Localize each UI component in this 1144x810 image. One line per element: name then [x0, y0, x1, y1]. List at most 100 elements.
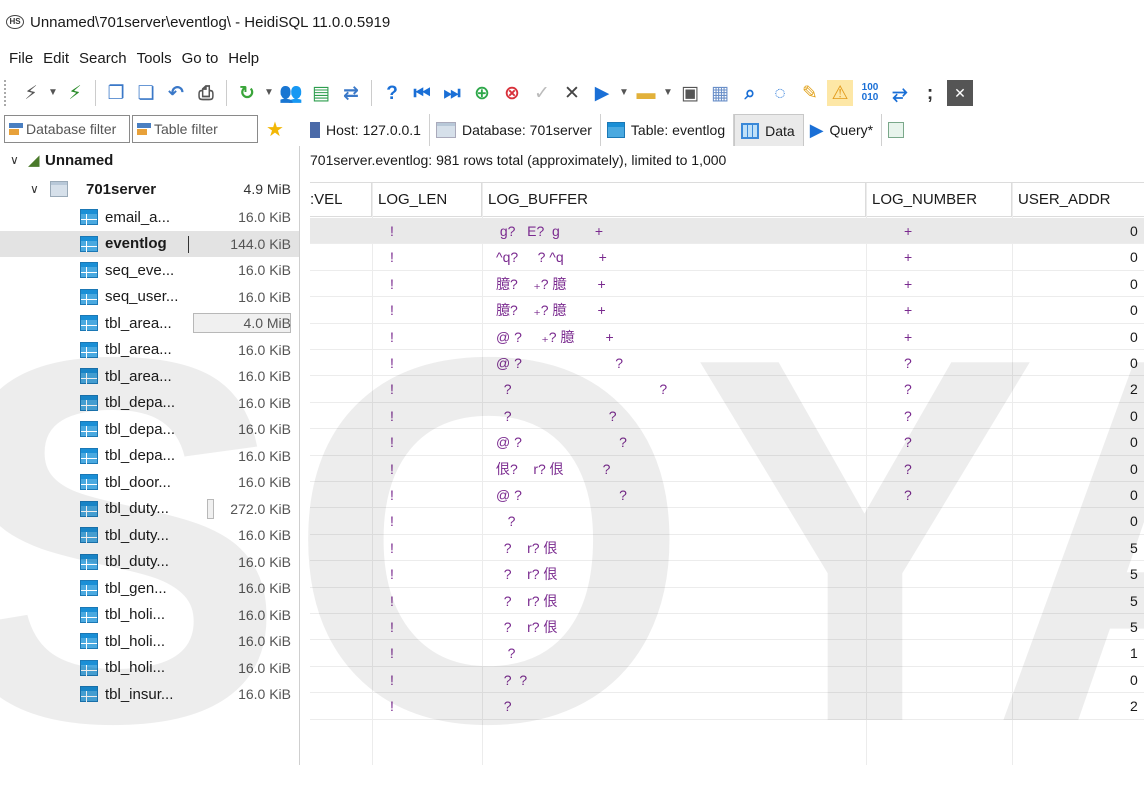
column-header-level[interactable]: :VEL — [310, 183, 372, 217]
cell-log-len[interactable]: ! — [390, 350, 450, 376]
cell-log-buffer[interactable]: 臆? ₊? 臆 + — [496, 271, 856, 297]
cell-log-buffer[interactable]: ? — [496, 693, 856, 719]
favorites-star-icon[interactable]: ★ — [266, 117, 284, 142]
cell-log-buffer[interactable]: 佷? r? 佷 ? — [496, 456, 856, 482]
tree-table-item[interactable]: seq_user... 16.0 KiB — [0, 284, 299, 311]
cell-log-buffer[interactable]: ^q? ? ^q + — [496, 244, 856, 270]
cell-log-len[interactable]: ! — [390, 640, 450, 666]
tree-table-item[interactable]: tbl_area... 16.0 KiB — [0, 337, 299, 364]
cell-log-number[interactable]: ? — [904, 429, 964, 455]
open-dropdown-icon[interactable]: ▼ — [663, 80, 673, 106]
table-row[interactable]: ! 臆? ₊? 臆 + +0 — [310, 297, 1144, 324]
tab-database[interactable]: Database: 701server — [430, 114, 601, 146]
cell-log-buffer[interactable]: 臆? ₊? 臆 + — [496, 297, 856, 323]
column-header-log-len[interactable]: LOG_LEN — [372, 183, 482, 217]
tree-table-item[interactable]: tbl_holi... 16.0 KiB — [0, 628, 299, 655]
table-row[interactable]: ! ? r? 佷 5 — [310, 561, 1144, 588]
cell-log-number[interactable] — [904, 561, 964, 587]
disconnect-icon[interactable]: ⚡ — [62, 80, 88, 106]
tree-table-item[interactable]: email_a... 16.0 KiB — [0, 204, 299, 231]
tree-table-item[interactable]: seq_eve... 16.0 KiB — [0, 257, 299, 284]
tree-table-item[interactable]: tbl_area... 16.0 KiB — [0, 363, 299, 390]
tree-table-item[interactable]: tbl_depa... 16.0 KiB — [0, 416, 299, 443]
run-dropdown-icon[interactable]: ▼ — [619, 80, 629, 106]
table-row[interactable]: ! 佷? r? 佷 ?? 0 — [310, 456, 1144, 482]
first-record-icon[interactable]: ⏮ — [409, 80, 435, 106]
cell-log-number[interactable]: ? — [904, 376, 964, 402]
menu-file[interactable]: File — [9, 50, 33, 67]
cell-log-number[interactable] — [904, 693, 964, 719]
warnings-icon[interactable]: ⚠ — [827, 80, 853, 106]
tree-table-item[interactable]: tbl_insur... 16.0 KiB — [0, 681, 299, 708]
cell-user-addr[interactable]: 0 — [1130, 350, 1144, 376]
cell-user-addr[interactable]: 0 — [1130, 271, 1144, 297]
tab-query[interactable]: ▶ Query* — [804, 114, 883, 146]
tree-table-item[interactable]: tbl_gen... 16.0 KiB — [0, 575, 299, 602]
cell-log-buffer[interactable]: ? r? 佷 — [496, 614, 856, 640]
cell-log-len[interactable]: ! — [390, 297, 450, 323]
refresh-icon[interactable]: ↻ — [234, 80, 260, 106]
open-folder-icon[interactable]: ▬ — [633, 80, 659, 106]
cell-log-number[interactable]: + — [904, 297, 964, 323]
cell-log-len[interactable]: ! — [390, 535, 450, 561]
tree-table-item[interactable]: tbl_area... 4.0 MiB — [0, 310, 299, 337]
menu-tools[interactable]: Tools — [137, 50, 172, 67]
cell-log-number[interactable] — [904, 588, 964, 614]
cell-user-addr[interactable]: 0 — [1130, 667, 1144, 693]
user-manager-icon[interactable]: 👥 — [278, 80, 304, 106]
cell-user-addr[interactable]: 0 — [1130, 244, 1144, 270]
tree-table-item[interactable]: eventlog 144.0 KiB — [0, 230, 299, 257]
table-row[interactable]: ! 臆? ₊? 臆 + +0 — [310, 271, 1144, 298]
table-row[interactable]: ! ? r? 佷 5 — [310, 535, 1144, 562]
cell-user-addr[interactable]: 5 — [1130, 614, 1144, 640]
tree-table-item[interactable]: tbl_duty... 16.0 KiB — [0, 522, 299, 549]
table-row[interactable]: ! ? r? 佷 5 — [310, 614, 1144, 641]
copy-icon[interactable]: ❐ — [103, 80, 129, 106]
cell-log-len[interactable]: ! — [390, 561, 450, 587]
chevron-down-icon[interactable]: ∨ — [30, 182, 39, 196]
cell-log-len[interactable]: ! — [390, 271, 450, 297]
tab-data[interactable]: Data — [734, 114, 804, 146]
cell-user-addr[interactable]: 5 — [1130, 588, 1144, 614]
help-icon[interactable]: ? — [379, 80, 405, 106]
post-icon[interactable]: ✓ — [529, 80, 555, 106]
cell-log-len[interactable]: ! — [390, 244, 450, 270]
tree-session-node[interactable]: ∨ ◢ Unnamed — [0, 146, 299, 174]
cell-log-len[interactable]: ! — [390, 667, 450, 693]
cell-user-addr[interactable]: 2 — [1130, 376, 1144, 402]
cell-log-buffer[interactable]: g? E? g + — [496, 218, 856, 244]
column-header-log-buffer[interactable]: LOG_BUFFER — [482, 183, 866, 217]
close-tab-icon[interactable]: ✕ — [947, 80, 973, 106]
print-icon[interactable]: ⎙ — [193, 80, 219, 106]
cell-user-addr[interactable]: 0 — [1130, 403, 1144, 429]
cell-log-len[interactable]: ! — [390, 588, 450, 614]
cell-log-len[interactable]: ! — [390, 693, 450, 719]
last-record-icon[interactable]: ⏭ — [439, 80, 465, 106]
column-header-user-addr[interactable]: USER_ADDR — [1012, 183, 1144, 217]
cell-log-buffer[interactable]: ? ? — [496, 667, 856, 693]
cell-log-len[interactable]: ! — [390, 614, 450, 640]
connect-dropdown-icon[interactable]: ▼ — [48, 80, 58, 106]
cell-log-number[interactable]: + — [904, 218, 964, 244]
column-header-log-number[interactable]: LOG_NUMBER — [866, 183, 1012, 217]
table-row[interactable]: ! @ ? ?? 0 — [310, 350, 1144, 377]
cell-log-number[interactable] — [904, 508, 964, 534]
cell-log-len[interactable]: ! — [390, 403, 450, 429]
find-icon[interactable]: ⌕ — [737, 80, 763, 106]
format-sql-icon[interactable]: ✎ — [797, 80, 823, 106]
cell-log-len[interactable]: ! — [390, 482, 450, 508]
save-as-icon[interactable]: ▦ — [707, 80, 733, 106]
cell-log-buffer[interactable]: ? — [496, 508, 856, 534]
data-grid[interactable]: :VEL LOG_LEN LOG_BUFFER LOG_NUMBER USER_… — [310, 182, 1144, 765]
cell-log-len[interactable]: ! — [390, 508, 450, 534]
tree-table-item[interactable]: tbl_duty... 272.0 KiB — [0, 496, 299, 523]
tree-table-item[interactable]: tbl_depa... 16.0 KiB — [0, 390, 299, 417]
cell-log-len[interactable]: ! — [390, 324, 450, 350]
cell-user-addr[interactable]: 0 — [1130, 218, 1144, 244]
cell-log-buffer[interactable]: @ ? ? — [496, 429, 856, 455]
binary-icon[interactable]: 100 010 — [857, 80, 883, 106]
tree-table-item[interactable]: tbl_holi... 16.0 KiB — [0, 655, 299, 682]
tab-new-query[interactable] — [882, 114, 918, 146]
cell-user-addr[interactable]: 5 — [1130, 561, 1144, 587]
tree-table-item[interactable]: tbl_depa... 16.0 KiB — [0, 443, 299, 470]
